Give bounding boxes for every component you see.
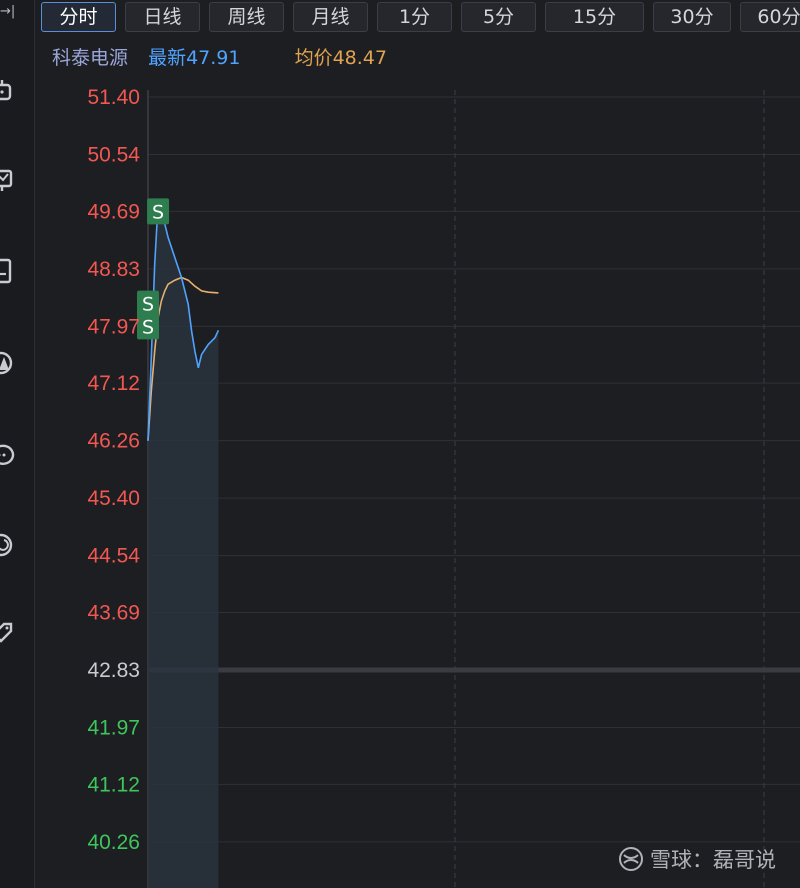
sell-marker[interactable]: S: [137, 313, 159, 340]
y-tick-label: 41.97: [87, 716, 140, 739]
y-tick-label: 45.40: [87, 487, 140, 510]
y-tick-label: 46.26: [87, 430, 140, 453]
y-tick-label: 49.69: [87, 200, 140, 223]
y-tick-label: 47.12: [87, 372, 140, 395]
y-tick-label: 50.54: [87, 144, 140, 167]
svg-text:S: S: [152, 201, 164, 223]
watermark: 雪球：磊哥说: [618, 844, 776, 874]
y-tick-label: 44.54: [87, 545, 140, 568]
y-tick-label: 47.97: [87, 315, 140, 338]
watermark-text: 雪球：磊哥说: [650, 848, 776, 872]
snowball-logo-icon: [619, 847, 643, 871]
y-tick-label: 42.83: [87, 659, 140, 682]
y-tick-label: 40.26: [87, 831, 140, 854]
y-tick-label: 41.12: [87, 773, 140, 796]
svg-text:S: S: [142, 294, 154, 316]
sell-marker[interactable]: S: [147, 198, 170, 225]
y-tick-label: 48.83: [87, 258, 140, 281]
stock-chart-window: →| 分时 日线 周线 月线 1分 5分 15分 30分 60分 科泰电源 最新…: [0, 0, 800, 888]
svg-text:S: S: [142, 316, 154, 338]
y-tick-label: 51.40: [87, 86, 140, 109]
intraday-chart[interactable]: SSS 51.4050.5449.6948.8347.9747.1246.264…: [0, 0, 800, 888]
y-tick-label: 43.69: [87, 601, 140, 624]
sell-marker[interactable]: S: [137, 290, 159, 317]
